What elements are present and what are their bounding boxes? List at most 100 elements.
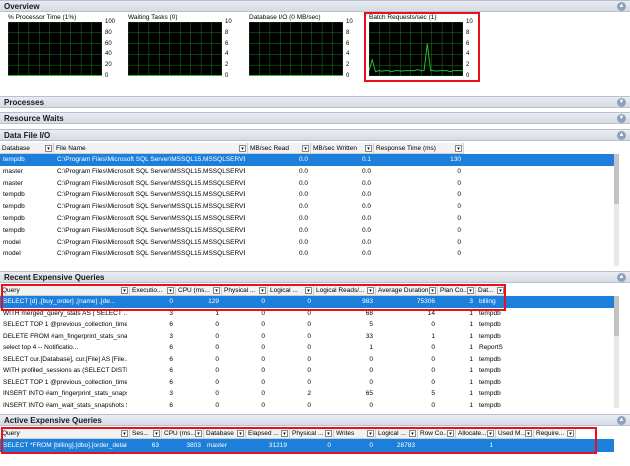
column-header[interactable]: Logical ... ▾: [376, 428, 418, 439]
column-header[interactable]: Response Time (ms) ▾: [374, 143, 464, 154]
filter-dropdown-icon[interactable]: ▾: [429, 287, 436, 294]
chart-title: Database I/O (0 MB/sec): [249, 14, 321, 21]
table-cell: 0: [261, 332, 265, 340]
column-header[interactable]: Query ▾: [0, 285, 130, 296]
table-cell: 0.0: [361, 250, 371, 258]
table-row[interactable]: master C:\Program Files\Microsoft SQL Ser…: [0, 178, 614, 190]
table-row[interactable]: SELECT TOP 1 @previous_collection_time =…: [0, 377, 614, 389]
table-row[interactable]: tempdb C:\Program Files\Microsoft SQL Ser…: [0, 154, 614, 166]
table-row[interactable]: WITH profiled_sessions as (SELECT DISTIN…: [0, 365, 614, 377]
column-header[interactable]: Physical ... ▾: [222, 285, 268, 296]
chevron-up-icon[interactable]: ▲: [617, 2, 626, 11]
filter-dropdown-icon[interactable]: ▾: [213, 287, 220, 294]
chart-plot: [248, 21, 344, 77]
column-header[interactable]: Require... ▾: [534, 428, 576, 439]
chevron-up-icon[interactable]: ▲: [617, 273, 626, 282]
table-cell: 0.0: [298, 250, 308, 258]
column-header[interactable]: MB/sec Read ▾: [248, 143, 311, 154]
table-cell: 1: [431, 332, 435, 340]
filter-dropdown-icon[interactable]: ▾: [467, 287, 474, 294]
chevron-up-icon[interactable]: ▲: [617, 416, 626, 425]
chevron-down-icon[interactable]: ▼: [617, 114, 626, 123]
table-row[interactable]: SELECT *FROM [billing].[dbo].[order_deta…: [0, 439, 614, 452]
column-header[interactable]: Logical Reads/... ▾: [314, 285, 376, 296]
table-cell: 0: [431, 355, 435, 363]
table-cell: C:\Program Files\Microsoft SQL Server\MS…: [57, 191, 245, 199]
table-row[interactable]: DELETE FROM #am_fingerprint_stats_snapsh…: [0, 331, 614, 343]
table-cell: 0: [215, 390, 219, 397]
filter-dropdown-icon[interactable]: ▾: [367, 287, 374, 294]
column-header[interactable]: CPU (ms... ▾: [176, 285, 222, 296]
table-row[interactable]: SELECT TOP 1 @previous_collection_time =…: [0, 319, 614, 331]
column-header[interactable]: Database ▾: [0, 143, 54, 154]
filter-dropdown-icon[interactable]: ▾: [167, 287, 174, 294]
table-cell: 0: [215, 355, 219, 363]
column-header[interactable]: Average Duration ... ▾: [376, 285, 438, 296]
filter-dropdown-icon[interactable]: ▾: [121, 430, 128, 437]
chevron-up-icon[interactable]: ▲: [617, 131, 626, 140]
filter-dropdown-icon[interactable]: ▾: [455, 145, 462, 152]
column-header[interactable]: MB/sec Written ▾: [311, 143, 374, 154]
table-row[interactable]: model C:\Program Files\Microsoft SQL Serv…: [0, 237, 614, 249]
filter-dropdown-icon[interactable]: ▾: [239, 145, 246, 152]
chart-plot: [7, 21, 103, 77]
column-header[interactable]: Row Co... ▾: [418, 428, 456, 439]
section-header-overview[interactable]: Overview ▲: [0, 0, 630, 12]
data-file-io-scrollbar[interactable]: [614, 154, 619, 266]
filter-dropdown-icon[interactable]: ▾: [365, 145, 372, 152]
section-header-active-expensive-queries[interactable]: Active Expensive Queries ▲: [0, 414, 630, 426]
column-header[interactable]: Dat... ▾: [476, 285, 506, 296]
filter-dropdown-icon[interactable]: ▾: [45, 145, 52, 152]
y-tick-label: 0: [225, 73, 229, 79]
column-header[interactable]: Writes ▾: [334, 428, 376, 439]
filter-dropdown-icon[interactable]: ▾: [153, 430, 160, 437]
column-header[interactable]: Logical ... ▾: [268, 285, 314, 296]
chevron-down-icon[interactable]: ▼: [617, 98, 626, 107]
filter-dropdown-icon[interactable]: ▾: [525, 430, 532, 437]
section-header-data-file-io[interactable]: Data File I/O ▲: [0, 129, 630, 141]
column-header[interactable]: Used M... ▾: [496, 428, 534, 439]
table-row[interactable]: tempdb C:\Program Files\Microsoft SQL Ser…: [0, 213, 614, 225]
filter-dropdown-icon[interactable]: ▾: [367, 430, 374, 437]
column-header[interactable]: Plan Co... ▾: [438, 285, 476, 296]
column-header[interactable]: Ses... ▾: [130, 428, 162, 439]
column-header[interactable]: Elapsed ... ▾: [246, 428, 290, 439]
filter-dropdown-icon[interactable]: ▾: [195, 430, 202, 437]
section-header-recent-expensive-queries[interactable]: Recent Expensive Queries ▲: [0, 271, 630, 283]
table-row[interactable]: WITH merged_query_stats AS ( SELECT ... 3…: [0, 308, 614, 320]
table-row[interactable]: INSERT INTO #am_wait_stats_snapshots SEL…: [0, 400, 614, 412]
column-header[interactable]: Query ▾: [0, 428, 130, 439]
table-row[interactable]: model C:\Program Files\Microsoft SQL Serv…: [0, 248, 614, 260]
table-row[interactable]: master C:\Program Files\Microsoft SQL Ser…: [0, 166, 614, 178]
filter-dropdown-icon[interactable]: ▾: [447, 430, 454, 437]
table-row[interactable]: SELECT cur.[Database], cur.[File] AS [Fi…: [0, 354, 614, 366]
table-row[interactable]: tempdb C:\Program Files\Microsoft SQL Ser…: [0, 201, 614, 213]
filter-dropdown-icon[interactable]: ▾: [567, 430, 574, 437]
filter-dropdown-icon[interactable]: ▾: [409, 430, 416, 437]
filter-dropdown-icon[interactable]: ▾: [497, 287, 504, 294]
filter-dropdown-icon[interactable]: ▾: [121, 287, 128, 294]
column-header[interactable]: Database ▾: [204, 428, 246, 439]
table-row[interactable]: tempdb C:\Program Files\Microsoft SQL Ser…: [0, 189, 614, 201]
column-header-label: File Name: [56, 145, 86, 152]
filter-dropdown-icon[interactable]: ▾: [281, 430, 288, 437]
filter-dropdown-icon[interactable]: ▾: [302, 145, 309, 152]
recent-queries-scrollbar[interactable]: [614, 296, 619, 408]
filter-dropdown-icon[interactable]: ▾: [259, 287, 266, 294]
column-header[interactable]: CPU (ms... ▾: [162, 428, 204, 439]
column-header[interactable]: Executio... ▾: [130, 285, 176, 296]
table-row[interactable]: select top 4 -- Notificatio... 6 0 0 0 1 0 1 Rep…: [0, 342, 614, 354]
table-row[interactable]: INSERT INTO #am_fingerprint_stats_snapsh…: [0, 388, 614, 400]
column-header[interactable]: Physical ... ▾: [290, 428, 334, 439]
table-row[interactable]: tempdb C:\Program Files\Microsoft SQL Ser…: [0, 225, 614, 237]
filter-dropdown-icon[interactable]: ▾: [325, 430, 332, 437]
y-tick-label: 100: [105, 19, 116, 25]
filter-dropdown-icon[interactable]: ▾: [305, 287, 312, 294]
table-row[interactable]: SELECT [d] ,[buy_order] ,[name] ,[de... 0…: [0, 296, 614, 308]
column-header[interactable]: Allocate... ▾: [456, 428, 496, 439]
column-header[interactable]: File Name ▾: [54, 143, 248, 154]
filter-dropdown-icon[interactable]: ▾: [237, 430, 244, 437]
section-header-processes[interactable]: Processes ▼: [0, 96, 630, 108]
section-header-resource-waits[interactable]: Resource Waits ▼: [0, 112, 630, 124]
filter-dropdown-icon[interactable]: ▾: [487, 430, 494, 437]
